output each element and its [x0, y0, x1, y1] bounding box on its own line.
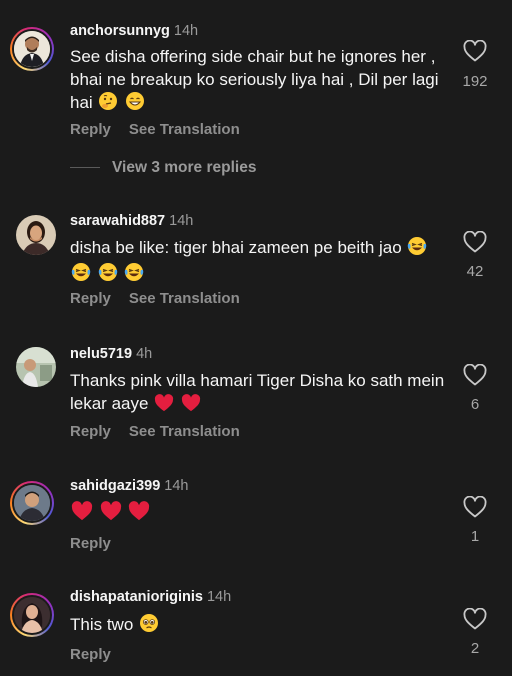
red-heart-icon [100, 501, 122, 527]
reply-button[interactable]: Reply [70, 121, 111, 138]
comment-actions: Reply [70, 646, 111, 663]
like-button[interactable] [462, 496, 488, 518]
see-translation-button[interactable]: See Translation [129, 121, 240, 138]
comment-header: dishapatanioriginis 14h [70, 589, 231, 605]
comment-header: sahidgazi399 14h [70, 478, 188, 494]
like-button[interactable] [462, 608, 488, 630]
timestamp: 14h [169, 213, 194, 229]
comment-header: sarawahid887 14h [70, 213, 193, 229]
heart-icon[interactable] [463, 608, 487, 630]
like-count: 2 [470, 640, 480, 657]
like-count: 6 [470, 396, 480, 413]
thinking-face-icon [98, 91, 118, 117]
comment-body: disha be like: tiger bhai zameen pe beit… [70, 238, 402, 257]
see-translation-button[interactable]: See Translation [129, 290, 240, 307]
comment-body: Thanks pink villa hamari Tiger Disha ko … [70, 371, 445, 413]
divider [70, 167, 100, 169]
laughing-tears-icon [407, 236, 427, 262]
reply-button[interactable]: Reply [70, 423, 111, 440]
heart-icon[interactable] [463, 231, 487, 253]
timestamp: 4h [136, 346, 153, 362]
avatar[interactable] [10, 481, 54, 525]
avatar[interactable] [16, 215, 56, 255]
timestamp: 14h [164, 478, 189, 494]
like-count: 1 [470, 528, 480, 545]
laughing-tears-icon [124, 262, 144, 288]
view-replies-label[interactable]: View 3 more replies [112, 159, 256, 176]
comment-text: Thanks pink villa hamari Tiger Disha ko … [70, 369, 450, 418]
red-heart-icon [154, 394, 174, 418]
comment-header: anchorsunnyg 14h [70, 23, 198, 39]
comment-actions: Reply See Translation [70, 121, 240, 138]
avatar[interactable] [10, 593, 54, 637]
comment-text: disha be like: tiger bhai zameen pe beit… [70, 236, 450, 288]
reply-button[interactable]: Reply [70, 535, 111, 552]
red-heart-icon [128, 501, 150, 527]
laughing-tears-icon [71, 262, 91, 288]
grinning-face-icon [125, 91, 145, 117]
like-button[interactable] [462, 364, 488, 386]
username[interactable]: nelu5719 [70, 346, 132, 362]
laughing-tears-icon [98, 262, 118, 288]
like-button[interactable] [462, 231, 488, 253]
avatar[interactable] [16, 347, 56, 387]
see-translation-button[interactable]: See Translation [129, 423, 240, 440]
timestamp: 14h [206, 589, 232, 605]
comment-actions: Reply See Translation [70, 423, 240, 440]
like-count: 42 [466, 263, 484, 280]
comment-text: This two [70, 613, 450, 639]
view-more-replies-button[interactable]: View 3 more replies [70, 159, 256, 177]
timestamp: 14h [173, 23, 199, 39]
reply-button[interactable]: Reply [70, 646, 111, 663]
comment-text [70, 501, 450, 527]
heart-icon[interactable] [463, 364, 487, 386]
pleading-face-icon [139, 613, 159, 639]
reply-button[interactable]: Reply [70, 290, 111, 307]
heart-icon[interactable] [463, 496, 487, 518]
red-heart-icon [181, 394, 201, 418]
comment-header: nelu5719 4h [70, 346, 152, 362]
avatar[interactable] [10, 27, 54, 71]
like-button[interactable] [462, 40, 488, 62]
username[interactable]: dishapatanioriginis [70, 589, 203, 605]
username[interactable]: sahidgazi399 [70, 478, 160, 494]
comment-body: This two [70, 615, 134, 634]
comment-actions: Reply See Translation [70, 290, 240, 307]
like-count: 192 [462, 73, 488, 90]
username[interactable]: anchorsunnyg [70, 23, 170, 39]
comment-actions: Reply [70, 535, 111, 552]
red-heart-icon [71, 501, 93, 527]
heart-icon[interactable] [463, 40, 487, 62]
comment-text: See disha offering side chair but he ign… [70, 45, 450, 117]
username[interactable]: sarawahid887 [70, 213, 165, 229]
